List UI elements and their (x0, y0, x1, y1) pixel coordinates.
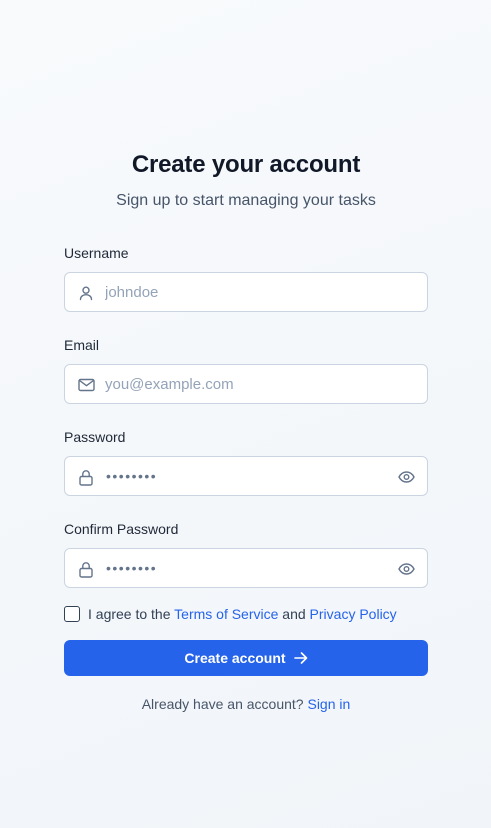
create-account-button[interactable]: Create account (64, 640, 428, 676)
privacy-policy-link[interactable]: Privacy Policy (310, 606, 397, 622)
terms-prefix: I agree to the (88, 606, 171, 622)
confirm-password-label: Confirm Password (64, 521, 179, 537)
terms-checkbox[interactable] (64, 606, 80, 622)
sign-in-link[interactable]: Sign in (307, 696, 350, 712)
email-input[interactable] (65, 365, 427, 403)
terms-conjunction: and (282, 606, 306, 622)
terms-of-service-link[interactable]: Terms of Service (174, 606, 278, 622)
terms-agreement: I agree to the Terms of Service and Priv… (64, 604, 428, 624)
password-label: Password (64, 429, 126, 445)
mail-icon (77, 376, 95, 394)
password-field-group: Password •••••••• (64, 428, 428, 496)
confirm-password-field-group: Confirm Password •••••••• (64, 520, 428, 588)
confirm-password-input[interactable]: •••••••• (106, 549, 157, 587)
signin-prompt-text: Already have an account? (141, 696, 304, 712)
create-account-label: Create account (184, 650, 286, 666)
password-input[interactable]: •••••••• (106, 457, 157, 495)
eye-icon[interactable] (397, 468, 415, 486)
username-input-wrapper[interactable] (64, 272, 428, 312)
terms-agreement-text: I agree to the Terms of Service and Priv… (88, 604, 397, 624)
arrow-right-icon (293, 652, 308, 664)
page-title: Create your account (131, 151, 361, 178)
email-input-wrapper[interactable] (64, 364, 428, 404)
lock-icon (77, 468, 95, 486)
lock-icon (77, 560, 95, 578)
signup-card: Create your account Sign up to start man… (64, 150, 428, 714)
signup-page: Create your account Sign up to start man… (0, 0, 491, 828)
username-field-group: Username (64, 244, 428, 312)
eye-icon[interactable] (397, 560, 415, 578)
username-input[interactable] (65, 273, 427, 311)
email-label: Email (64, 337, 100, 353)
user-icon (77, 284, 95, 302)
username-label: Username (64, 245, 129, 261)
email-field-group: Email (64, 336, 428, 404)
page-subtitle: Sign up to start managing your tasks (116, 192, 376, 209)
password-input-wrapper[interactable]: •••••••• (64, 456, 428, 496)
confirm-password-input-wrapper[interactable]: •••••••• (64, 548, 428, 588)
signin-prompt: Already have an account? Sign in (64, 694, 428, 714)
